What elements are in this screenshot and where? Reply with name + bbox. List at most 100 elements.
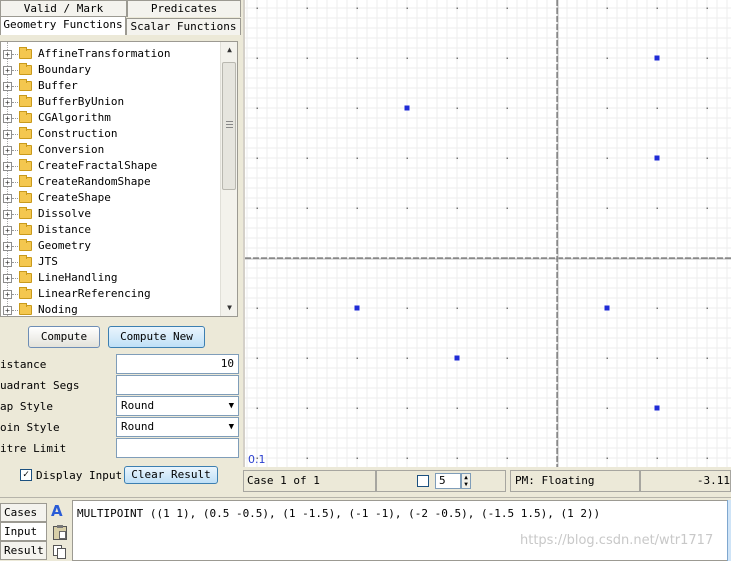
folder-icon [19,223,32,235]
grid-dot [306,157,308,159]
tree-item-label: CreateRandomShape [38,175,151,188]
grid-dot [306,407,308,409]
chevron-down-icon[interactable]: ▼ [229,397,234,415]
grid-dot [506,107,508,109]
tree-item[interactable]: + BufferByUnion [1,94,221,110]
grid-dot [256,207,258,209]
tree-scrollbar[interactable]: ▲ ▼ [220,42,237,316]
expand-icon[interactable]: + [3,194,12,203]
join-style-select[interactable]: Round ▼ [116,417,239,437]
geometry-view[interactable]: 0.1 [245,0,731,467]
scrollbar-thumb[interactable] [222,62,236,190]
expand-icon[interactable]: + [3,66,12,75]
cap-style-select[interactable]: Round ▼ [116,396,239,416]
point-marker[interactable] [654,155,660,161]
compute-button[interactable]: Compute [28,326,100,348]
tree-item[interactable]: + CreateRandomShape [1,174,221,190]
tree-item[interactable]: + Geometry [1,238,221,254]
point-marker[interactable] [404,105,410,111]
spinner-arrows-icon[interactable]: ▲ ▼ [461,473,471,489]
point-marker[interactable] [454,355,460,361]
wkt-scrollbar[interactable] [727,500,731,561]
folder-icon [19,111,32,123]
clear-result-button[interactable]: Clear Result [124,466,218,484]
tree-item[interactable]: + CreateShape [1,190,221,206]
expand-icon[interactable]: + [3,210,12,219]
display-input-checkbox[interactable]: ✓ [20,469,32,481]
tree-item[interactable]: + LinearReferencing [1,286,221,302]
scroll-up-icon[interactable]: ▲ [221,42,237,58]
expand-icon[interactable]: + [3,146,12,155]
tree-item[interactable]: + AffineTransformation [1,46,221,62]
grid-dot [356,107,358,109]
tab-geometry-functions[interactable]: Geometry Functions [0,16,126,35]
tree-connector [12,198,18,199]
grid-dot [256,307,258,309]
scroll-down-icon[interactable]: ▼ [221,300,237,316]
mitre-limit-input[interactable] [116,438,239,458]
grid-dot [456,107,458,109]
folder-icon [19,79,32,91]
point-marker[interactable] [354,305,360,311]
tab-scalar-functions[interactable]: Scalar Functions [126,18,241,35]
tree-item[interactable]: + Boundary [1,62,221,78]
grid-dot [456,157,458,159]
tree-item-label: Boundary [38,63,91,76]
folder-icon [19,127,32,139]
tree-item[interactable]: + Construction [1,126,221,142]
grid-dot [406,357,408,359]
geometry-a-label[interactable]: A [51,502,63,520]
paste-icon[interactable] [53,525,67,540]
tab-result[interactable]: Result [0,541,47,560]
point-marker[interactable] [654,405,660,411]
expand-icon[interactable]: + [3,50,12,59]
grid-dot [706,7,708,9]
tab-valid-mark[interactable]: Valid / Mark [0,0,127,17]
distance-input[interactable]: 10 [116,354,239,374]
expand-icon[interactable]: + [3,178,12,187]
expand-icon[interactable]: + [3,258,12,267]
grid-dot [406,157,408,159]
tree-item[interactable]: + Distance [1,222,221,238]
expand-icon[interactable]: + [3,242,12,251]
compute-new-button[interactable]: Compute New [108,326,205,348]
geometry-a-wkt-input[interactable]: MULTIPOINT ((1 1), (0.5 -0.5), (1 -1.5),… [72,500,731,561]
tree-item[interactable]: + LineHandling [1,270,221,286]
tab-predicates[interactable]: Predicates [127,0,241,17]
chevron-down-icon[interactable]: ▼ [229,418,234,436]
grid-dot [656,207,658,209]
expand-icon[interactable]: + [3,130,12,139]
tab-cases[interactable]: Cases [0,503,47,522]
expand-icon[interactable]: + [3,162,12,171]
expand-icon[interactable]: + [3,226,12,235]
geometry-canvas[interactable] [245,0,731,467]
spinner-input[interactable]: 5 [435,473,461,489]
tree-connector [12,134,18,135]
folder-icon [19,191,32,203]
expand-icon[interactable]: + [3,290,12,299]
spinner-checkbox[interactable] [417,475,429,487]
grid-dot [356,457,358,459]
point-marker[interactable] [654,55,660,61]
grid-scale-label: 0.1 [248,453,266,466]
point-marker[interactable] [604,305,610,311]
grid-dot [506,207,508,209]
tree-item[interactable]: + Buffer [1,78,221,94]
tree-item[interactable]: + JTS [1,254,221,270]
expand-icon[interactable]: + [3,306,12,315]
expand-icon[interactable]: + [3,98,12,107]
tree-item[interactable]: + Noding [1,302,221,316]
function-tree[interactable]: + AffineTransformation + Boundary + Buffer + Bu… [0,41,238,317]
tree-item[interactable]: + Dissolve [1,206,221,222]
expand-icon[interactable]: + [3,114,12,123]
quadrant-segs-input[interactable] [116,375,239,395]
expand-icon[interactable]: + [3,274,12,283]
tree-connector [12,246,18,247]
tree-item[interactable]: + Conversion [1,142,221,158]
tree-item[interactable]: + CGAlgorithm [1,110,221,126]
copy-icon[interactable] [53,545,67,559]
tab-input[interactable]: Input [0,522,47,541]
tree-item-label: Noding [38,303,78,316]
tree-item[interactable]: + CreateFractalShape [1,158,221,174]
expand-icon[interactable]: + [3,82,12,91]
